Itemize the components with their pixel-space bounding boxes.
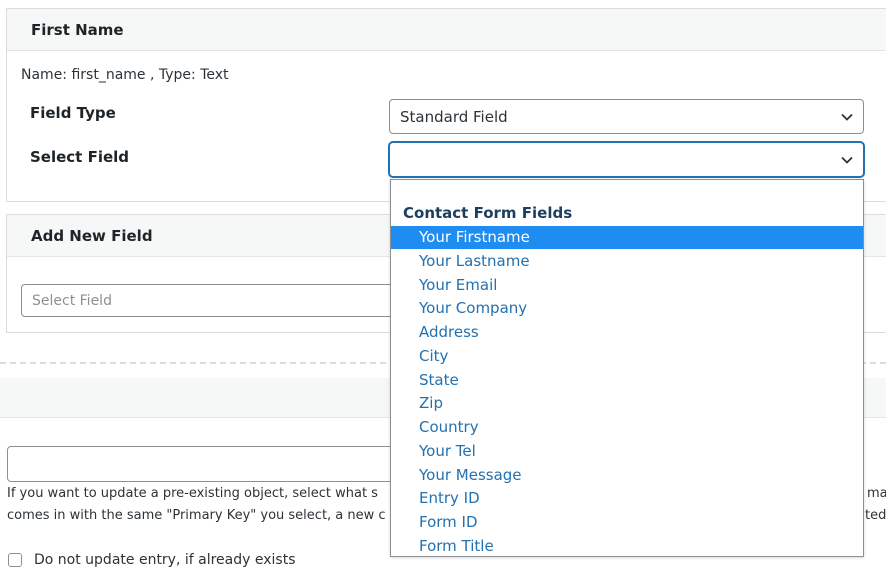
- no-update-checkbox[interactable]: [8, 553, 22, 567]
- field-type-select[interactable]: Standard Field: [389, 99, 864, 134]
- option-country[interactable]: Country: [391, 416, 863, 439]
- option-your-company[interactable]: Your Company: [391, 297, 863, 320]
- field-mapping-panel-title: First Name: [31, 21, 124, 39]
- field-type-select-value: Standard Field: [400, 108, 508, 126]
- option-city[interactable]: City: [391, 345, 863, 368]
- primary-key-help-line2: comes in with the same "Primary Key" you…: [7, 508, 386, 523]
- no-update-checkbox-label: Do not update entry, if already exists: [34, 552, 296, 568]
- select-field-label: Select Field: [30, 148, 130, 166]
- field-type-label: Field Type: [30, 104, 116, 122]
- option-zip[interactable]: Zip: [391, 392, 863, 415]
- option-your-message[interactable]: Your Message: [391, 464, 863, 487]
- chevron-down-icon: [841, 156, 853, 164]
- option-your-firstname[interactable]: Your Firstname: [391, 226, 863, 249]
- add-field-select[interactable]: Select Field: [21, 284, 401, 317]
- option-your-lastname[interactable]: Your Lastname: [391, 250, 863, 273]
- option-entry-id[interactable]: Entry ID: [391, 487, 863, 510]
- select-field-options-list: Contact Form Fields Your Firstname Your …: [390, 179, 864, 557]
- add-new-field-title: Add New Field: [31, 227, 153, 245]
- option-group-label: Contact Form Fields: [403, 204, 573, 222]
- primary-key-select[interactable]: [7, 446, 407, 482]
- field-mapping-panel-header: First Name: [7, 9, 886, 51]
- field-meta-text: Name: first_name , Type: Text: [21, 67, 229, 83]
- primary-key-help-line1-end: ma: [867, 486, 886, 501]
- option-form-title[interactable]: Form Title: [391, 535, 863, 556]
- option-form-id[interactable]: Form ID: [391, 511, 863, 534]
- select-field-dropdown[interactable]: [389, 142, 864, 177]
- option-address[interactable]: Address: [391, 321, 863, 344]
- option-your-tel[interactable]: Your Tel: [391, 440, 863, 463]
- chevron-down-icon: [841, 113, 853, 121]
- option-state[interactable]: State: [391, 369, 863, 392]
- option-your-email[interactable]: Your Email: [391, 274, 863, 297]
- add-field-select-placeholder: Select Field: [32, 293, 112, 309]
- primary-key-help-line1: If you want to update a pre-existing obj…: [7, 486, 378, 501]
- primary-key-help-line2-end: ted.: [865, 508, 886, 523]
